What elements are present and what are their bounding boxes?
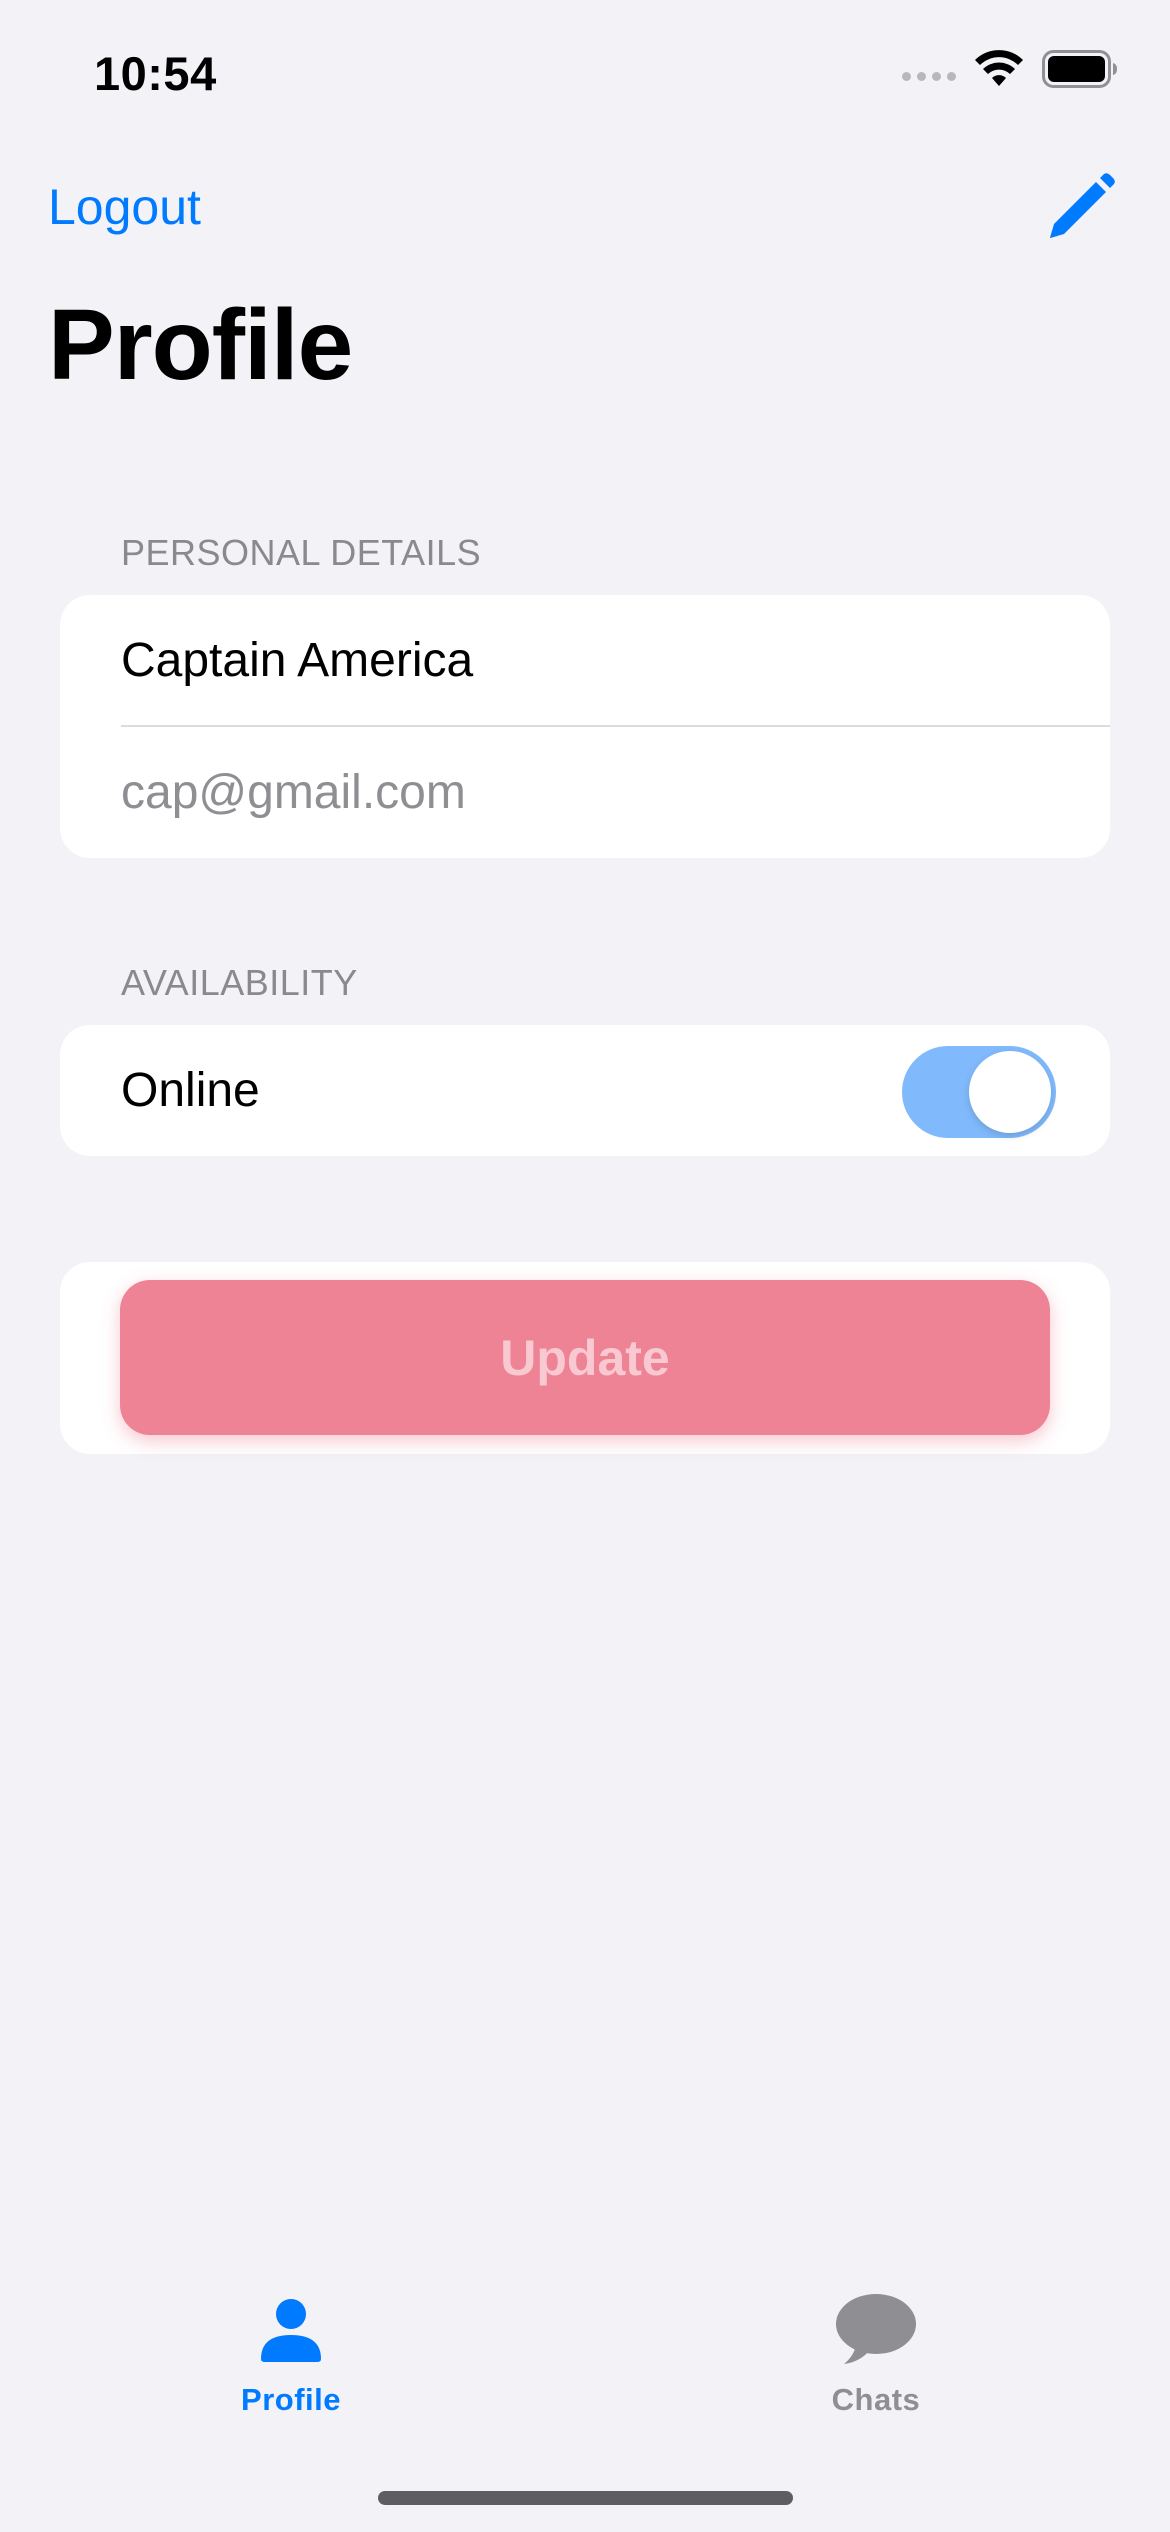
status-bar: 10:54 <box>0 0 1170 140</box>
email-field[interactable]: cap@gmail.com <box>60 727 1110 857</box>
name-field-value: Captain America <box>121 633 474 687</box>
update-button[interactable]: Update <box>120 1280 1050 1435</box>
battery-icon <box>1042 50 1117 88</box>
update-card: Update <box>60 1262 1110 1454</box>
person-icon <box>246 2290 336 2370</box>
tab-profile[interactable]: Profile <box>191 2290 391 2440</box>
cellular-signal-icon <box>902 71 956 81</box>
email-field-placeholder: cap@gmail.com <box>121 765 466 819</box>
logout-button[interactable]: Logout <box>48 178 201 236</box>
section-header-personal-details: PERSONAL DETAILS <box>121 532 482 573</box>
section-header-availability: AVAILABILITY <box>121 962 358 1003</box>
edit-button[interactable] <box>1042 170 1118 246</box>
toggle-knob <box>969 1051 1051 1133</box>
home-indicator <box>378 2491 793 2505</box>
page-title: Profile <box>48 289 353 401</box>
status-icons <box>902 50 1118 88</box>
online-label: Online <box>121 1063 260 1117</box>
tab-label-chats: Chats <box>831 2382 921 2417</box>
tab-label-profile: Profile <box>241 2382 341 2417</box>
tab-chats[interactable]: Chats <box>776 2290 976 2440</box>
availability-card: Online <box>60 1025 1110 1156</box>
pencil-icon <box>1050 173 1115 238</box>
status-time: 10:54 <box>94 47 217 100</box>
name-field[interactable]: Captain America <box>60 595 1110 725</box>
personal-details-card: Captain America cap@gmail.com <box>60 595 1110 858</box>
chat-bubble-icon <box>831 2290 921 2370</box>
wifi-icon <box>975 50 1023 86</box>
online-toggle[interactable] <box>902 1046 1056 1138</box>
